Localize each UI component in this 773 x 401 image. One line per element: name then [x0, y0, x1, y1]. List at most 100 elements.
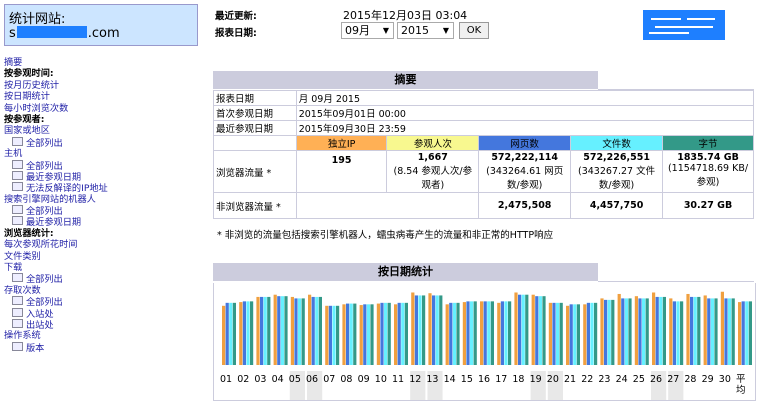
divider: [598, 281, 754, 282]
chart-bar: [380, 302, 384, 365]
menu-item[interactable]: 搜索引擎网站的机器人: [4, 194, 204, 205]
chart-bar: [397, 302, 401, 365]
chart-bar: [634, 296, 638, 365]
chart-bar: [290, 296, 294, 365]
day-label: 13: [426, 374, 439, 385]
menu-item[interactable]: 全部列出: [4, 159, 204, 172]
col-unique-ip: 独立IP: [295, 135, 388, 151]
menu-item[interactable]: 全部列出: [4, 205, 204, 217]
pages-cell: 572,222,114 (343264.61 网页数/参观): [478, 150, 572, 193]
menu-item[interactable]: 最近参观日期: [4, 216, 204, 228]
menu-item[interactable]: 全部列出: [4, 296, 204, 308]
day-label: 14: [443, 374, 456, 385]
chart-bar: [332, 305, 336, 365]
chart-bar: [242, 301, 246, 365]
month-select[interactable]: 09月 ▼: [341, 22, 394, 39]
summary-table: 报表日期 月 09月 2015 首次参观日期 2015年09月01日 00:00…: [213, 90, 755, 219]
menu-item[interactable]: 每次参观所花时间: [4, 239, 204, 250]
menu-item[interactable]: 入站处: [4, 307, 204, 320]
chart-bar: [349, 303, 353, 365]
menu-item[interactable]: 下载: [4, 262, 204, 273]
chart-bar: [483, 301, 487, 365]
browser-traffic-label: 浏览器流量 *: [213, 150, 297, 193]
chart-bar: [487, 301, 491, 365]
menu-item[interactable]: 按日期统计: [4, 91, 204, 102]
menu-item[interactable]: 最近参观日期: [4, 170, 204, 183]
menu-item[interactable]: 文件类别: [4, 251, 204, 262]
chart-bar: [232, 302, 236, 365]
daily-heading: 按日期统计: [213, 263, 598, 281]
menu-item[interactable]: 操作系统: [4, 330, 204, 341]
menu-item[interactable]: 按月历史统计: [4, 80, 204, 91]
day-label: 20: [546, 374, 559, 385]
chart-bar: [573, 304, 577, 365]
footnote: * 非浏览的流量包括搜索引擎机器人，蠕虫病毒产生的流量和非正常的HTTP响应: [217, 230, 554, 241]
menu-item[interactable]: 全部列出: [4, 136, 204, 149]
chart-bar: [535, 296, 539, 365]
col-bytes: 字节: [662, 135, 754, 151]
chart-bar: [600, 298, 604, 365]
files-cell: 572,226,551 (343267.27 文件数/参观): [570, 150, 664, 193]
day-label: 28: [684, 374, 697, 385]
chart-bar: [542, 296, 546, 365]
chart-bar: [401, 302, 405, 365]
site-name: s .com: [9, 26, 120, 41]
chart-bar: [435, 295, 439, 365]
day-label: 09: [357, 374, 370, 385]
menu-item[interactable]: 主机: [4, 148, 204, 159]
chart-bar: [466, 301, 470, 365]
chart-bar: [707, 298, 711, 365]
chart-bar: [745, 301, 749, 365]
menu-item[interactable]: 全部列出: [4, 273, 204, 285]
sidebar: 统计网站: s .com 摘要 按参观时间: 按月历史统计 按日期统计 每小时浏览次数 按参…: [0, 0, 205, 400]
menu-item[interactable]: 版本: [4, 341, 204, 354]
chart-bar: [263, 296, 267, 365]
menu-item[interactable]: 摘要: [4, 57, 204, 68]
list-bullet-icon: [12, 136, 23, 146]
chart-bar: [277, 296, 281, 365]
menu-item[interactable]: 每小时浏览次数: [4, 103, 204, 114]
chart-bar: [604, 299, 608, 365]
chart-bar: [308, 294, 312, 365]
day-label: 21: [564, 374, 577, 385]
chart-bar: [294, 298, 298, 365]
menu-item: 按参观者:: [4, 113, 45, 125]
chart-bar: [500, 301, 504, 365]
chart-bar: [728, 298, 732, 365]
chart-bar: [267, 296, 271, 365]
chart-bar: [280, 296, 284, 365]
chart-bar: [298, 298, 302, 365]
report-date-label: 报表日期:: [215, 28, 257, 39]
chart-bar: [659, 296, 663, 365]
menu-item[interactable]: 存取次数: [4, 285, 204, 296]
year-select[interactable]: 2015 ▼: [397, 22, 454, 39]
site-title: 统计网站:: [9, 12, 66, 27]
chart-bar: [624, 298, 628, 365]
chart-bar: [394, 304, 398, 365]
chart-bar: [497, 302, 501, 365]
logo: [643, 10, 725, 40]
day-label: 12: [409, 374, 422, 385]
chart-bar: [672, 301, 676, 365]
col-pages: 网页数: [478, 135, 572, 151]
chart-bar: [359, 305, 363, 365]
chart-bar: [748, 301, 752, 365]
day-label: 23: [598, 374, 611, 385]
day-label: 16: [478, 374, 491, 385]
chart-bar: [662, 296, 666, 365]
list-bullet-icon: [12, 205, 23, 215]
day-label: 02: [237, 374, 250, 385]
chart-bar: [556, 302, 560, 365]
menu-item[interactable]: 出站处: [4, 318, 204, 331]
day-label: 04: [271, 374, 284, 385]
chart-bar: [353, 303, 357, 365]
ok-button[interactable]: OK: [459, 22, 489, 39]
menu-item[interactable]: 无法反解译的IP地址: [4, 182, 204, 194]
bytes-cell: 1835.74 GB (1154718.69 KB/参观): [662, 150, 754, 193]
menu-item[interactable]: 国家或地区: [4, 125, 204, 136]
chart-bar: [462, 302, 466, 365]
day-label: 11: [392, 374, 405, 385]
visits-cell: 1,667 (8.54 参观人次/参观者): [386, 150, 480, 193]
chart-bar: [720, 291, 724, 365]
day-label: 18: [512, 374, 525, 385]
